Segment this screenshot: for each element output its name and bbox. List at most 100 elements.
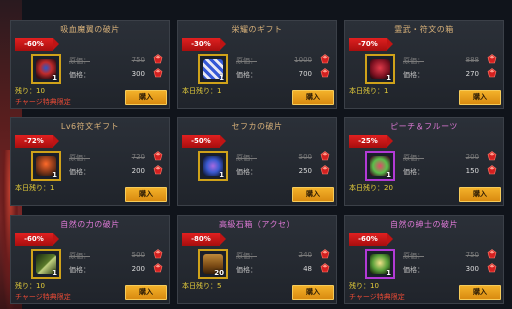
item-slot[interactable]: 1 [198,54,228,84]
original-price-value: 200 [465,153,479,161]
ruby-currency-icon [153,54,163,64]
original-price-row: 原価： 500 [236,153,312,163]
item-slot[interactable]: 1 [31,54,61,84]
original-price-row: 原価： 200 [403,153,479,163]
buy-button[interactable]: 購入 [292,187,334,202]
current-price-label: 価格： [403,168,424,176]
original-price-label: 原価： [69,154,90,162]
original-price-label: 原価： [403,252,424,260]
current-price-value: 250 [298,167,312,175]
current-price-value: 270 [465,70,479,78]
shop-item-card: Lv6符文ギフト -72% 1 原価： 720 価格： 200 本日残り：1 購入 [10,117,170,206]
buy-button[interactable]: 購入 [292,285,334,300]
item-slot[interactable]: 1 [31,249,61,279]
buy-button[interactable]: 購入 [292,90,334,105]
restriction-note: チャージ特典限定 [349,293,405,301]
original-price-label: 原価： [236,252,257,260]
ruby-currency-icon [153,263,163,273]
current-price-row: 価格： 300 [69,70,145,80]
remaining-count: 本日残り：20 [349,184,393,192]
discount-badge: -72% [15,135,59,148]
shop-item-card: 自然の紳士の破片 -60% 1 原価： 750 価格： 300 残り：10 チャージ特典限定 購入 [344,215,504,304]
buy-button[interactable]: 購入 [459,187,501,202]
current-price-value: 200 [131,265,145,273]
current-price-value: 200 [131,167,145,175]
current-price-value: 300 [131,70,145,78]
original-price-value: 750 [465,251,479,259]
remaining-count: 本日残り：5 [182,282,222,290]
discount-badge: -50% [182,135,226,148]
current-price-label: 価格： [69,168,90,176]
ruby-currency-icon [320,151,330,161]
item-title: 吸血魔翼の破片 [60,25,120,34]
item-slot[interactable]: 1 [365,249,395,279]
restriction-note: チャージ特典限定 [15,293,71,301]
ruby-currency-icon [320,249,330,259]
item-slot[interactable]: 1 [365,151,395,181]
original-price-row: 原価： 750 [403,251,479,261]
original-price-label: 原価： [69,57,90,65]
buy-button[interactable]: 購入 [125,285,167,300]
ruby-currency-icon [487,54,497,64]
remaining-count: 残り：10 [15,87,45,95]
item-quantity: 20 [214,269,224,277]
discount-badge: -60% [15,233,59,246]
ruby-currency-icon [153,68,163,78]
current-price-row: 価格： 48 [236,265,312,275]
current-price-row: 価格： 250 [236,167,312,177]
item-title: 自然の力の破片 [60,220,120,229]
current-price-value: 48 [303,265,312,273]
shop-grid: 吸血魔翼の破片 -60% 1 原価： 750 価格： 300 残り：10 チャージ特典限定 購入栄… [10,20,504,309]
item-quantity: 1 [52,269,57,277]
item-slot[interactable]: 1 [365,54,395,84]
restriction-note: チャージ特典限定 [15,98,71,106]
item-slot[interactable]: 1 [198,151,228,181]
item-slot[interactable]: 1 [31,151,61,181]
original-price-row: 原価： 720 [69,153,145,163]
original-price-label: 原価： [69,252,90,260]
item-title: 自然の紳士の破片 [390,220,458,229]
shop-item-card: 栄耀のギフト -30% 1 原価： 1000 価格： 700 本日残り：1 購入 [177,20,337,109]
item-title: ピーチ＆フルーツ [390,122,458,131]
ruby-currency-icon [320,68,330,78]
shop-item-card: 霊武・符文の箱 -70% 1 原価： 888 価格： 270 本日残り：1 購入 [344,20,504,109]
original-price-label: 原価： [403,57,424,65]
ruby-currency-icon [153,151,163,161]
buy-button[interactable]: 購入 [125,90,167,105]
item-title: 栄耀のギフト [231,25,283,34]
original-price-value: 750 [131,56,145,64]
original-price-value: 500 [298,153,312,161]
remaining-count: 残り：10 [349,282,379,290]
remaining-count: 本日残り：1 [349,87,389,95]
buy-button[interactable]: 購入 [125,187,167,202]
ruby-currency-icon [487,151,497,161]
buy-button[interactable]: 購入 [459,285,501,300]
discount-badge: -80% [182,233,226,246]
remaining-count: 本日残り：1 [182,87,222,95]
ruby-currency-icon [320,165,330,175]
item-quantity: 1 [386,74,391,82]
item-quantity: 1 [52,74,57,82]
item-slot[interactable]: 20 [198,249,228,279]
original-price-label: 原価： [236,57,257,65]
current-price-value: 300 [465,265,479,273]
original-price-row: 原価： 1000 [236,56,312,66]
current-price-label: 価格： [403,266,424,274]
ruby-currency-icon [320,263,330,273]
original-price-label: 原価： [236,154,257,162]
ruby-currency-icon [153,165,163,175]
current-price-row: 価格： 270 [403,70,479,80]
buy-button[interactable]: 購入 [459,90,501,105]
current-price-label: 価格： [403,71,424,79]
discount-badge: -25% [349,135,393,148]
remaining-count: 残り：10 [15,282,45,290]
original-price-value: 1000 [294,56,312,64]
original-price-row: 原価： 500 [69,251,145,261]
current-price-value: 700 [298,70,312,78]
ruby-currency-icon [487,249,497,259]
original-price-row: 原価： 750 [69,56,145,66]
item-quantity: 1 [52,171,57,179]
discount-badge: -60% [349,233,393,246]
current-price-label: 価格： [69,266,90,274]
ruby-currency-icon [487,165,497,175]
